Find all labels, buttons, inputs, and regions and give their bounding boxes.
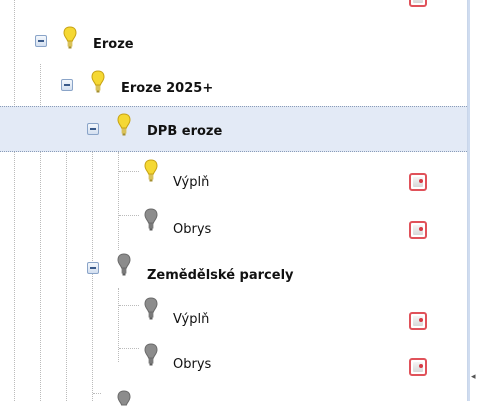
map-button[interactable] xyxy=(409,358,427,376)
map-button[interactable] xyxy=(409,312,427,330)
collapse-toggle[interactable] xyxy=(35,35,47,47)
scroll-arrow-icon[interactable]: ◂ xyxy=(471,372,476,382)
tree-guide-line xyxy=(119,215,139,216)
bulb-off-icon[interactable] xyxy=(117,253,131,279)
tree-node[interactable]: Výplň xyxy=(0,159,467,206)
tree-node[interactable]: Eroze 2025+ xyxy=(0,63,467,109)
vertical-scrollbar[interactable]: ◂ xyxy=(467,0,478,401)
tree-node[interactable]: Zemědělské parcely xyxy=(0,250,467,296)
tree-node[interactable]: Výplň xyxy=(0,294,467,340)
tree-guide-line xyxy=(93,393,101,394)
bulb-off-icon[interactable] xyxy=(144,343,158,369)
node-label: DPB eroze xyxy=(147,124,223,139)
scrollbar-track[interactable] xyxy=(468,0,470,401)
bulb-on-icon[interactable] xyxy=(117,113,131,139)
node-label: Eroze xyxy=(93,37,134,52)
map-button[interactable] xyxy=(409,221,427,239)
node-label: Obrys xyxy=(173,222,212,237)
tree-guide-line xyxy=(119,171,139,172)
node-label: Obrys xyxy=(173,357,212,372)
tree-node[interactable]: Eroze xyxy=(0,20,467,66)
collapse-toggle[interactable] xyxy=(87,262,99,274)
node-label: Výplň xyxy=(173,312,210,327)
collapse-toggle[interactable] xyxy=(61,79,73,91)
node-label: Zemědělské parcely xyxy=(147,268,294,283)
collapse-toggle[interactable] xyxy=(87,123,99,135)
bulb-on-icon[interactable] xyxy=(63,26,77,52)
map-button[interactable] xyxy=(409,0,427,7)
node-label: Eroze 2025+ xyxy=(121,81,214,96)
tree-node[interactable]: DPB eroze xyxy=(0,106,467,152)
tree-guide-line xyxy=(119,348,139,349)
bulb-off-icon[interactable] xyxy=(144,297,158,323)
tree-node[interactable]: Obrys xyxy=(0,340,467,386)
tree-guide-line xyxy=(119,305,139,306)
bulb-on-icon[interactable] xyxy=(91,70,105,96)
bulb-off-icon[interactable] xyxy=(144,208,158,234)
tree-node-partial[interactable] xyxy=(0,386,467,406)
bulb-on-icon[interactable] xyxy=(144,159,158,185)
layer-tree: Eroze Eroze 2025+ DPB eroze Výplň Obrys … xyxy=(0,0,467,406)
bulb-off-icon[interactable] xyxy=(117,390,131,416)
map-button[interactable] xyxy=(409,173,427,191)
node-label: Výplň xyxy=(173,175,210,190)
tree-node[interactable]: Obrys xyxy=(0,204,467,250)
